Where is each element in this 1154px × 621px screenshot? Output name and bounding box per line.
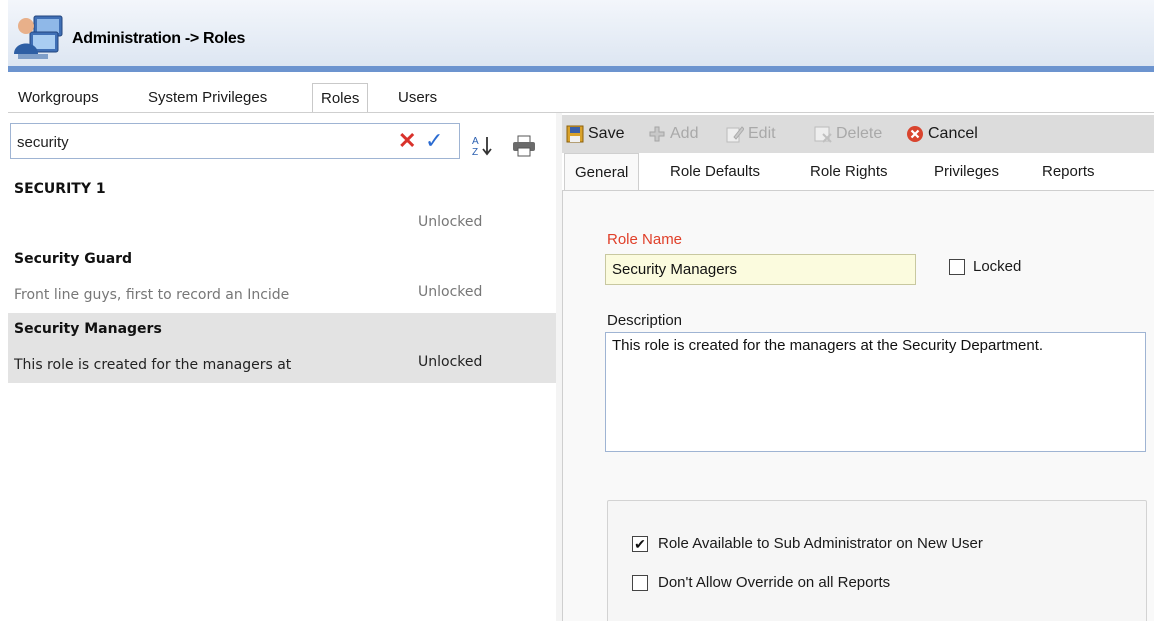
apply-check-icon[interactable]: ✓ <box>425 129 443 153</box>
tab-role-rights[interactable]: Role Rights <box>800 153 898 191</box>
delete-label: Delete <box>836 125 883 142</box>
save-label: Save <box>588 125 625 142</box>
role-description: This role is created for the managers at <box>14 357 292 373</box>
no-override-checkbox[interactable] <box>632 575 648 591</box>
roles-list-panel: ✕ ✓ A Z SECURITY 1 Unlocked Security Gua… <box>8 113 556 621</box>
description-field[interactable]: This role is created for the managers at… <box>605 332 1146 452</box>
delete-button[interactable]: Delete <box>814 115 882 153</box>
role-description: Front line guys, first to record an Inci… <box>14 287 290 303</box>
list-item[interactable]: SECURITY 1 Unlocked <box>8 173 556 243</box>
tab-roles[interactable]: Roles <box>312 83 369 113</box>
list-item-selected[interactable]: Security Managers This role is created f… <box>8 313 556 383</box>
role-details-panel: Save Add Edit Delete Cancel General Role… <box>562 113 1154 621</box>
add-button[interactable]: Add <box>648 115 698 153</box>
print-icon[interactable] <box>512 135 536 157</box>
locked-label: Locked <box>973 258 1022 275</box>
add-label: Add <box>670 125 699 142</box>
tab-general[interactable]: General <box>564 153 640 192</box>
role-name-label: Role Name <box>607 231 683 248</box>
save-button[interactable]: Save <box>566 115 624 153</box>
tab-users[interactable]: Users <box>390 83 445 113</box>
roles-list: SECURITY 1 Unlocked Security Guard Front… <box>8 173 556 383</box>
cancel-icon <box>907 126 923 142</box>
description-label: Description <box>607 312 683 329</box>
detail-tab-bar: General Role Defaults Role Rights Privil… <box>562 153 1154 192</box>
tab-workgroups[interactable]: Workgroups <box>10 83 107 113</box>
tab-system-privileges[interactable]: System Privileges <box>140 83 275 113</box>
tab-role-defaults[interactable]: Role Defaults <box>660 153 770 191</box>
role-status: Unlocked <box>418 214 483 230</box>
locked-checkbox[interactable] <box>949 259 965 275</box>
sort-az-icon[interactable]: A Z <box>472 134 494 158</box>
save-icon <box>566 125 584 143</box>
main-tab-bar: Workgroups System Privileges Roles Users <box>8 83 1154 113</box>
role-name: Security Guard <box>14 251 133 267</box>
search-input[interactable] <box>17 131 377 153</box>
tab-reports[interactable]: Reports <box>1032 153 1105 191</box>
edit-icon <box>726 126 744 143</box>
sub-admin-label: Role Available to Sub Administrator on N… <box>658 535 983 552</box>
list-item[interactable]: Security Guard Front line guys, first to… <box>8 243 556 313</box>
cancel-label: Cancel <box>928 125 978 142</box>
sub-admin-checkbox[interactable]: ✔ <box>632 536 648 552</box>
add-icon <box>649 126 665 142</box>
cancel-button[interactable]: Cancel <box>906 115 978 153</box>
role-status: Unlocked <box>418 284 483 300</box>
admin-users-icon <box>14 15 63 59</box>
title-bar: Administration -> Roles <box>8 0 1154 72</box>
svg-text:Z: Z <box>472 147 478 158</box>
general-form: Role Name Locked Description This role i… <box>562 191 1154 621</box>
page-title: Administration -> Roles <box>72 30 246 47</box>
tab-privileges[interactable]: Privileges <box>924 153 1009 191</box>
svg-text:A: A <box>472 136 479 147</box>
role-name-field[interactable] <box>605 254 916 285</box>
role-name: Security Managers <box>14 321 162 337</box>
toolbar: Save Add Edit Delete Cancel <box>562 115 1154 153</box>
role-status: Unlocked <box>418 354 483 370</box>
edit-button[interactable]: Edit <box>726 115 776 153</box>
options-group: ✔ Role Available to Sub Administrator on… <box>607 500 1147 621</box>
clear-icon[interactable]: ✕ <box>398 129 416 153</box>
delete-icon <box>814 126 832 143</box>
no-override-label: Don't Allow Override on all Reports <box>658 574 891 591</box>
search-box: ✕ ✓ <box>10 123 460 159</box>
role-name: SECURITY 1 <box>14 181 106 197</box>
edit-label: Edit <box>748 125 776 142</box>
